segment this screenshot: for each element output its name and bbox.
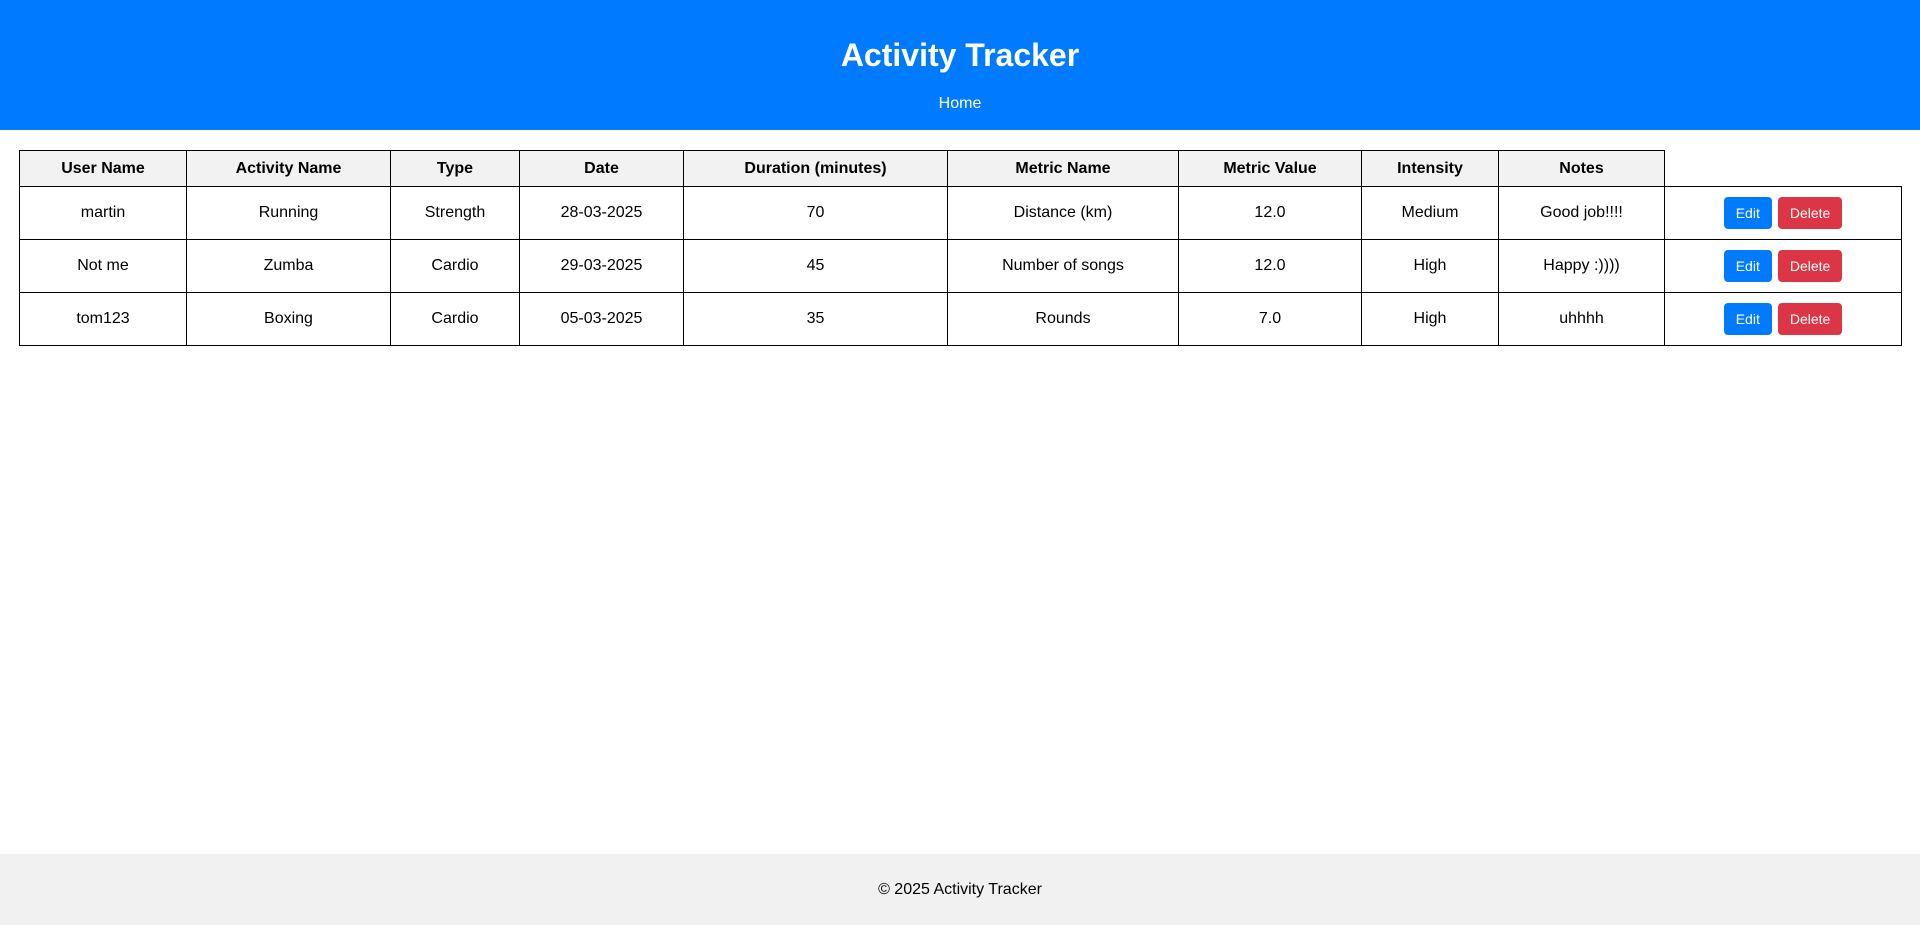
- activity-table-container: User Name Activity Name Type Date Durati…: [19, 150, 1902, 346]
- cell-activity-name: Zumba: [186, 239, 391, 293]
- cell-metric-name: Distance (km): [947, 186, 1179, 240]
- activity-table: User Name Activity Name Type Date Durati…: [19, 150, 1902, 346]
- cell-intensity: High: [1361, 292, 1499, 346]
- cell-user-name: tom123: [19, 292, 187, 346]
- table-header-row: User Name Activity Name Type Date Durati…: [19, 150, 1902, 187]
- cell-actions: Edit Delete: [1664, 186, 1902, 240]
- column-header-notes: Notes: [1498, 150, 1665, 187]
- column-header-metric-value: Metric Value: [1178, 150, 1362, 187]
- table-row: martin Running Strength 28-03-2025 70 Di…: [19, 186, 1902, 240]
- cell-metric-value: 12.0: [1178, 239, 1362, 293]
- cell-intensity: High: [1361, 239, 1499, 293]
- cell-type: Cardio: [390, 239, 520, 293]
- cell-metric-value: 12.0: [1178, 186, 1362, 240]
- edit-button[interactable]: Edit: [1723, 303, 1772, 335]
- column-header-activity-name: Activity Name: [186, 150, 391, 187]
- column-header-actions: [1664, 150, 1902, 187]
- column-header-user-name: User Name: [19, 150, 187, 187]
- page-title: Activity Tracker: [840, 37, 1080, 73]
- delete-button[interactable]: Delete: [1777, 250, 1843, 282]
- delete-button[interactable]: Delete: [1777, 303, 1843, 335]
- cell-user-name: Not me: [19, 239, 187, 293]
- footer-copyright: © 2025 Activity Tracker: [878, 881, 1042, 898]
- site-header: Activity Tracker Home: [0, 0, 1920, 130]
- site-footer: © 2025 Activity Tracker: [0, 854, 1920, 925]
- cell-metric-value: 7.0: [1178, 292, 1362, 346]
- table-row: tom123 Boxing Cardio 05-03-2025 35 Round…: [19, 292, 1902, 346]
- table-row: Not me Zumba Cardio 29-03-2025 45 Number…: [19, 239, 1902, 293]
- delete-button[interactable]: Delete: [1777, 197, 1843, 229]
- cell-date: 28-03-2025: [519, 186, 684, 240]
- cell-user-name: martin: [19, 186, 187, 240]
- cell-actions: Edit Delete: [1664, 292, 1902, 346]
- cell-metric-name: Rounds: [947, 292, 1179, 346]
- cell-intensity: Medium: [1361, 186, 1499, 240]
- cell-duration: 70: [683, 186, 948, 240]
- column-header-intensity: Intensity: [1361, 150, 1499, 187]
- column-header-type: Type: [390, 150, 520, 187]
- cell-type: Cardio: [390, 292, 520, 346]
- cell-duration: 45: [683, 239, 948, 293]
- cell-activity-name: Running: [186, 186, 391, 240]
- cell-date: 05-03-2025: [519, 292, 684, 346]
- cell-metric-name: Number of songs: [947, 239, 1179, 293]
- column-header-metric-name: Metric Name: [947, 150, 1179, 187]
- cell-date: 29-03-2025: [519, 239, 684, 293]
- cell-activity-name: Boxing: [186, 292, 391, 346]
- cell-notes: Happy :)))): [1498, 239, 1665, 293]
- edit-button[interactable]: Edit: [1723, 250, 1772, 282]
- edit-button[interactable]: Edit: [1723, 197, 1772, 229]
- cell-notes: Good job!!!!: [1498, 186, 1665, 240]
- column-header-date: Date: [519, 150, 684, 187]
- main-nav: Home: [0, 94, 1920, 114]
- cell-actions: Edit Delete: [1664, 239, 1902, 293]
- column-header-duration: Duration (minutes): [683, 150, 948, 187]
- cell-duration: 35: [683, 292, 948, 346]
- nav-home-link[interactable]: Home: [939, 95, 982, 112]
- cell-type: Strength: [390, 186, 520, 240]
- cell-notes: uhhhh: [1498, 292, 1665, 346]
